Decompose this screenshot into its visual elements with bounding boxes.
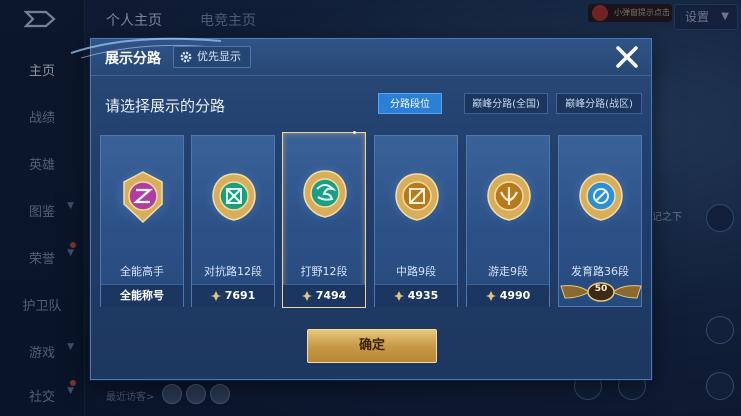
clash-lane-emblem-icon bbox=[212, 173, 256, 221]
close-icon[interactable] bbox=[613, 43, 641, 71]
confirm-button[interactable]: 确定 bbox=[307, 329, 437, 363]
lane-name: 中路9段 bbox=[396, 265, 436, 278]
lane-name: 对抗路12段 bbox=[204, 265, 262, 278]
farm-lane-emblem-icon bbox=[579, 173, 623, 221]
peak-points-icon bbox=[301, 291, 312, 301]
tab-lane-rank[interactable]: 分路段位 bbox=[378, 93, 442, 114]
roam-emblem-icon bbox=[487, 173, 531, 221]
lane-card-roam[interactable]: 游走9段 4990 bbox=[466, 135, 550, 307]
peak-points-icon bbox=[393, 291, 404, 301]
lane-name: 全能高手 bbox=[120, 265, 164, 278]
gear-icon bbox=[180, 51, 192, 63]
level-badge: 50 bbox=[559, 280, 642, 304]
lane-footer: 7691 bbox=[192, 284, 274, 307]
jungle-emblem-icon bbox=[303, 170, 347, 218]
lane-footer: 4990 bbox=[467, 284, 549, 307]
lane-footer: 全能称号 bbox=[101, 284, 183, 307]
lane-display-dialog: 展示分路 优先显示 请选择展示的分路 分路段位 巅峰分路(全国) 巅峰分路(战区… bbox=[71, 37, 652, 380]
lane-name: 打野12段 bbox=[300, 265, 348, 278]
peak-points-icon bbox=[485, 291, 496, 301]
lane-footer: 4935 bbox=[375, 284, 457, 307]
lane-name: 游走9段 bbox=[488, 265, 528, 278]
dialog-header: 展示分路 优先显示 bbox=[71, 37, 651, 76]
lane-card-mid[interactable]: 中路9段 4935 bbox=[374, 135, 458, 307]
priority-display-button[interactable]: 优先显示 bbox=[173, 46, 251, 68]
lane-footer: 7494 bbox=[283, 284, 365, 307]
level-number: 50 bbox=[594, 284, 608, 294]
peak-points-icon bbox=[210, 291, 221, 301]
lane-card-jungle[interactable]: 打野12段 7494 bbox=[282, 131, 366, 308]
lane-name: 发育路36段 bbox=[571, 265, 629, 278]
lane-card-clash[interactable]: 对抗路12段 7691 bbox=[191, 135, 275, 307]
dialog-title: 展示分路 bbox=[105, 51, 161, 67]
all-round-emblem-icon bbox=[123, 171, 163, 224]
tab-peak-national[interactable]: 巅峰分路(全国) bbox=[464, 93, 548, 114]
lane-card-all-round[interactable]: 全能高手 全能称号 bbox=[100, 135, 184, 307]
tab-peak-region[interactable]: 巅峰分路(战区) bbox=[556, 93, 642, 114]
dialog-subtitle: 请选择展示的分路 bbox=[105, 97, 226, 115]
lane-card-farm[interactable]: 发育路36段 50 bbox=[558, 135, 642, 307]
mid-lane-emblem-icon bbox=[395, 173, 439, 221]
